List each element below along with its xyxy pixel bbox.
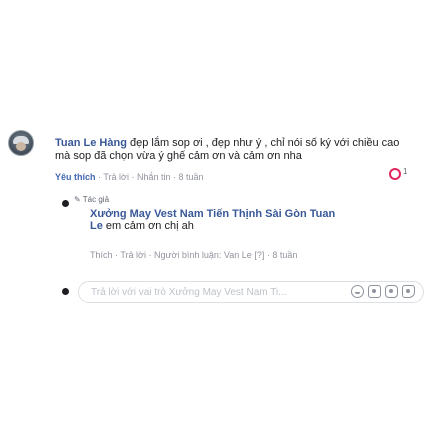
message-link[interactable]: Nhắn tin <box>137 172 171 182</box>
commenter-avatar[interactable] <box>8 130 34 156</box>
comment-body: Tuan Le Hàng đẹp lắm sop ơi , đẹp như ý … <box>55 137 400 163</box>
reply-like-link[interactable]: Thích <box>90 250 113 260</box>
comment-time[interactable]: 8 tuần <box>179 172 204 182</box>
composer-avatar <box>62 288 69 295</box>
commenter-label: Người bình luận: Van Le <box>153 250 252 260</box>
camera-icon[interactable] <box>368 285 381 298</box>
reply-author[interactable]: Xưởng May Vest Nam Tiến Thịnh Sài Gòn <box>90 208 307 220</box>
reaction-count[interactable]: 1 <box>389 166 408 180</box>
author-badge-label: Tác giả <box>82 195 110 204</box>
gif-icon[interactable] <box>385 285 398 298</box>
reply-link[interactable]: Trả lời <box>103 172 129 182</box>
reaction-number: 1 <box>403 166 408 176</box>
sticker-icon[interactable] <box>402 285 415 298</box>
pencil-icon: ✎ <box>74 195 81 204</box>
reply-text: em cảm ơn chị ah <box>105 220 194 232</box>
reply-reply-link[interactable]: Trả lời <box>120 250 146 260</box>
info-icon[interactable]: [?] <box>254 250 264 260</box>
emoji-icon[interactable] <box>351 285 364 298</box>
like-link[interactable]: Yêu thích <box>55 172 96 182</box>
reply-avatar[interactable] <box>62 200 69 207</box>
reply-body: Xưởng May Vest Nam Tiến Thịnh Sài Gòn Tu… <box>90 208 350 232</box>
reply-actions: Thích · Trả lời · Người bình luận: Van L… <box>90 250 298 260</box>
author-badge: ✎ Tác giả <box>74 195 109 204</box>
comment-actions: Yêu thích · Trả lời · Nhắn tin · 8 tuần <box>55 172 204 182</box>
love-reaction-icon <box>389 168 401 180</box>
comment-author[interactable]: Tuan Le Hàng <box>55 137 127 149</box>
reply-time[interactable]: 8 tuần <box>272 250 297 260</box>
reply-composer[interactable] <box>78 281 424 303</box>
reply-input[interactable] <box>91 285 321 299</box>
